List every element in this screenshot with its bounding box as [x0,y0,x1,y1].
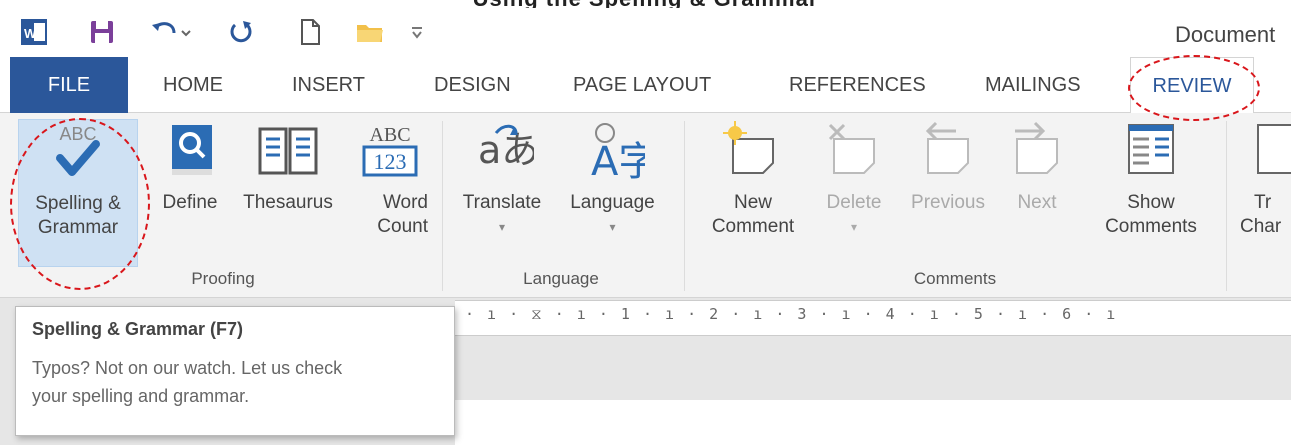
tab-file[interactable]: FILE [10,57,128,113]
review-tab-highlight-oval [1128,55,1260,121]
track-changes-button[interactable]: Tr Char [1236,119,1291,239]
tab-references[interactable]: REFERENCES [789,57,926,113]
tab-design[interactable]: DESIGN [434,57,511,113]
translate-icon: aあ [478,124,534,172]
delete-comment-icon [828,123,875,174]
define-icon [172,125,212,175]
delete-dropdown-arrow-icon[interactable]: ▾ [818,215,890,239]
group-separator [442,121,443,291]
tab-mailings[interactable]: MAILINGS [985,57,1081,113]
language-label: Language [570,192,655,213]
next-comment-icon [1015,121,1058,174]
horizontal-ruler[interactable]: · ı · ⧖ · ı · 1 · ı · 2 · ı · 3 · ı · 4 … [455,300,1291,336]
define-button[interactable]: Define [150,119,230,215]
comments-group-label: Comments [913,269,997,288]
group-separator [684,121,685,291]
translate-label: Translate [462,192,542,213]
save-icon[interactable] [82,16,122,48]
open-folder-icon[interactable] [350,16,390,48]
language-group-label: Language [523,269,599,288]
new-comment-label-line1: New [733,192,772,213]
tooltip-body: Typos? Not on our watch. Let us check yo… [32,358,343,406]
word-count-label-line2: Count [377,216,428,237]
show-comments-label-line2: Comments [1105,216,1197,237]
svg-text:ABC: ABC [369,124,410,146]
language-dropdown-arrow-icon[interactable]: ▾ [555,215,670,239]
show-comments-label-line1: Show [1127,192,1175,213]
spelling-button-highlight-oval [10,118,150,290]
next-label: Next [1017,192,1057,213]
ribbon: ABC Spelling & Grammar Define Thesaurus … [0,113,1291,298]
ruler-ticks: · ı · ⧖ · ı · 1 · ı · 2 · ı · 3 · ı · 4 … [465,305,1118,323]
new-comment-label-line2: Comment [711,216,795,237]
delete-label: Delete [826,192,882,213]
tab-home[interactable]: HOME [163,57,223,113]
thesaurus-label: Thesaurus [243,192,333,213]
previous-comment-button[interactable]: Previous [898,119,998,215]
word-count-label-line1: Word [382,192,428,213]
svg-text:123: 123 [374,149,407,174]
caption: Using the Spelling & Grammar [0,0,1291,8]
previous-comment-icon [925,121,969,174]
group-separator [1226,121,1227,291]
quick-access-toolbar: W Document [0,8,1291,57]
track-changes-label-line2: Char [1240,216,1282,237]
thesaurus-icon [258,127,318,175]
define-label: Define [162,192,218,213]
delete-comment-button[interactable]: Delete ▾ [818,119,890,239]
translate-dropdown-arrow-icon[interactable]: ▾ [452,215,552,239]
ribbon-tabs: FILE HOME INSERT DESIGN PAGE LAYOUT REFE… [0,57,1291,114]
svg-text:aあ: aあ [478,128,534,172]
redo-icon[interactable] [222,16,262,48]
document-page[interactable] [455,400,1291,445]
tab-insert[interactable]: INSERT [292,57,365,113]
previous-label: Previous [911,192,985,213]
new-comment-button[interactable]: New Comment [694,119,812,239]
show-comments-button[interactable]: Show Comments [1086,119,1216,239]
caption-text: Using the Spelling & Grammar [0,0,1291,8]
svg-text:W: W [24,26,37,41]
tab-page-layout[interactable]: PAGE LAYOUT [573,57,711,113]
tooltip-title: Spelling & Grammar (F7) [32,319,244,339]
new-document-icon[interactable] [290,16,330,48]
track-changes-icon [1257,124,1291,174]
word-count-icon: ABC 123 [362,124,418,177]
word-logo-icon: W [14,16,54,48]
word-count-button[interactable]: ABC 123 Word Count [346,119,428,239]
undo-icon[interactable] [145,16,195,48]
new-comment-icon [723,121,774,174]
next-comment-button[interactable]: Next [1002,119,1072,215]
track-changes-label-line1: Tr [1254,192,1272,213]
language-button[interactable]: A字 Language ▾ [555,119,670,239]
show-comments-icon [1128,124,1174,174]
document-title: Document [1175,22,1276,47]
thesaurus-button[interactable]: Thesaurus [232,119,344,215]
customize-toolbar-icon[interactable] [405,16,429,48]
svg-text:A字: A字 [591,139,645,183]
translate-button[interactable]: aあ Translate ▾ [452,119,552,239]
language-icon: A字 [591,123,645,183]
spelling-grammar-tooltip: Spelling & Grammar (F7) Typos? Not on ou… [15,306,455,436]
